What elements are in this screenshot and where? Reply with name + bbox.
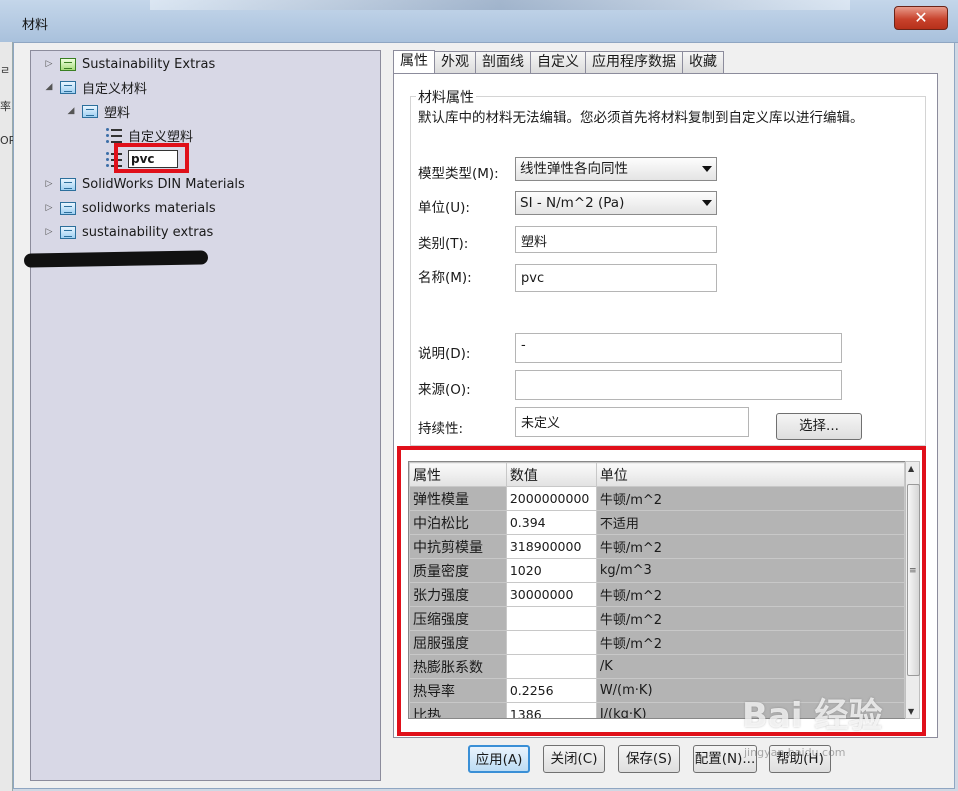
category-field[interactable]: 塑料 (515, 226, 717, 253)
tab-crosshatch[interactable]: 剖面线 (475, 51, 531, 73)
library-folder-icon (60, 225, 76, 239)
save-button[interactable]: 保存(S) (618, 745, 680, 773)
tree-item-sustainability-extras-lower[interactable]: ▷ sustainability extras (44, 221, 214, 243)
tree-item-label: 自定义塑料 (128, 129, 194, 145)
highlight-box-pvc (114, 143, 189, 173)
description-label: 说明(D): (418, 346, 471, 362)
expand-icon[interactable]: ▷ (44, 59, 54, 69)
library-folder-icon (60, 201, 76, 215)
edge-fragment: OR (0, 134, 17, 147)
window-title: 材料 (22, 18, 49, 33)
model-type-select[interactable]: 线性弹性各向同性 (515, 157, 717, 181)
tree-item-solidworks-din-materials[interactable]: ▷ SolidWorks DIN Materials (44, 173, 245, 195)
tree-item-label: sustainability extras (82, 224, 214, 240)
name-label: 名称(M): (418, 270, 472, 286)
sustainability-field[interactable]: 未定义 (515, 407, 749, 437)
tree-item-label: Sustainability Extras (82, 56, 216, 72)
tab-appearance[interactable]: 外观 (434, 51, 476, 73)
title-bar: 材料 ✕ (0, 0, 958, 43)
tab-application-data[interactable]: 应用程序数据 (585, 51, 683, 73)
collapse-icon[interactable]: ◢ (44, 82, 54, 92)
tree-item-label: solidworks materials (82, 200, 216, 216)
baidu-watermark: Bai 经验 (742, 696, 883, 736)
background-toolbar-strip (150, 0, 850, 10)
apply-button[interactable]: 应用(A) (468, 745, 530, 773)
category-label: 类别(T): (418, 236, 469, 252)
collapse-icon[interactable]: ◢ (66, 106, 76, 116)
material-icon (106, 127, 122, 143)
tree-item-label: 自定义材料 (82, 81, 148, 97)
dropdown-arrow-icon (702, 166, 712, 172)
close-window-button[interactable]: ✕ (894, 6, 948, 30)
tree-item-custom-materials[interactable]: ◢ 自定义材料 (44, 76, 147, 98)
model-type-label: 模型类型(M): (418, 166, 499, 182)
tree-item-solidworks-materials[interactable]: ▷ solidworks materials (44, 197, 216, 219)
dropdown-arrow-icon (702, 200, 712, 206)
sustainability-label: 持续性: (418, 421, 464, 437)
source-field[interactable] (515, 370, 842, 400)
name-field[interactable]: pvc (515, 264, 717, 292)
category-folder-icon (82, 104, 98, 118)
expand-icon[interactable]: ▷ (44, 179, 54, 189)
tab-properties[interactable]: 属性 (393, 50, 435, 74)
tab-custom[interactable]: 自定义 (530, 51, 586, 73)
units-label: 单位(U): (418, 200, 470, 216)
read-only-note: 默认库中的材料无法编辑。您必须首先将材料复制到自定义库以进行编辑。 (418, 110, 864, 126)
tree-item-label: 塑料 (104, 105, 131, 121)
library-folder-icon (60, 57, 76, 71)
select-sustainability-button[interactable]: 选择... (776, 413, 862, 440)
edge-fragment: 率 (0, 100, 11, 113)
tree-item-plastics[interactable]: ◢ 塑料 (66, 100, 130, 122)
source-label: 来源(O): (418, 382, 471, 398)
background-window-edge: ㄹ 率 OR (0, 42, 17, 791)
units-select[interactable]: SI - N/m^2 (Pa) (515, 191, 717, 215)
edge-fragment: ㄹ (0, 64, 11, 77)
material-tree[interactable] (30, 50, 381, 781)
expand-icon[interactable]: ▷ (44, 227, 54, 237)
library-folder-icon (60, 80, 76, 94)
group-title: 材料属性 (416, 87, 476, 107)
watermark-url: jingyan.baidu.com (744, 746, 846, 759)
library-folder-icon (60, 177, 76, 191)
units-value: SI - N/m^2 (Pa) (520, 195, 625, 211)
tree-item-label: SolidWorks DIN Materials (82, 176, 245, 192)
model-type-value: 线性弹性各向同性 (520, 161, 628, 177)
expand-icon[interactable]: ▷ (44, 203, 54, 213)
tab-favorites[interactable]: 收藏 (682, 51, 724, 73)
close-button[interactable]: 关闭(C) (543, 745, 605, 773)
tree-item-sustainability-extras[interactable]: ▷ Sustainability Extras (44, 53, 216, 75)
description-field[interactable]: - (515, 333, 842, 363)
tab-strip: 属性 外观 剖面线 自定义 应用程序数据 收藏 (393, 50, 724, 74)
